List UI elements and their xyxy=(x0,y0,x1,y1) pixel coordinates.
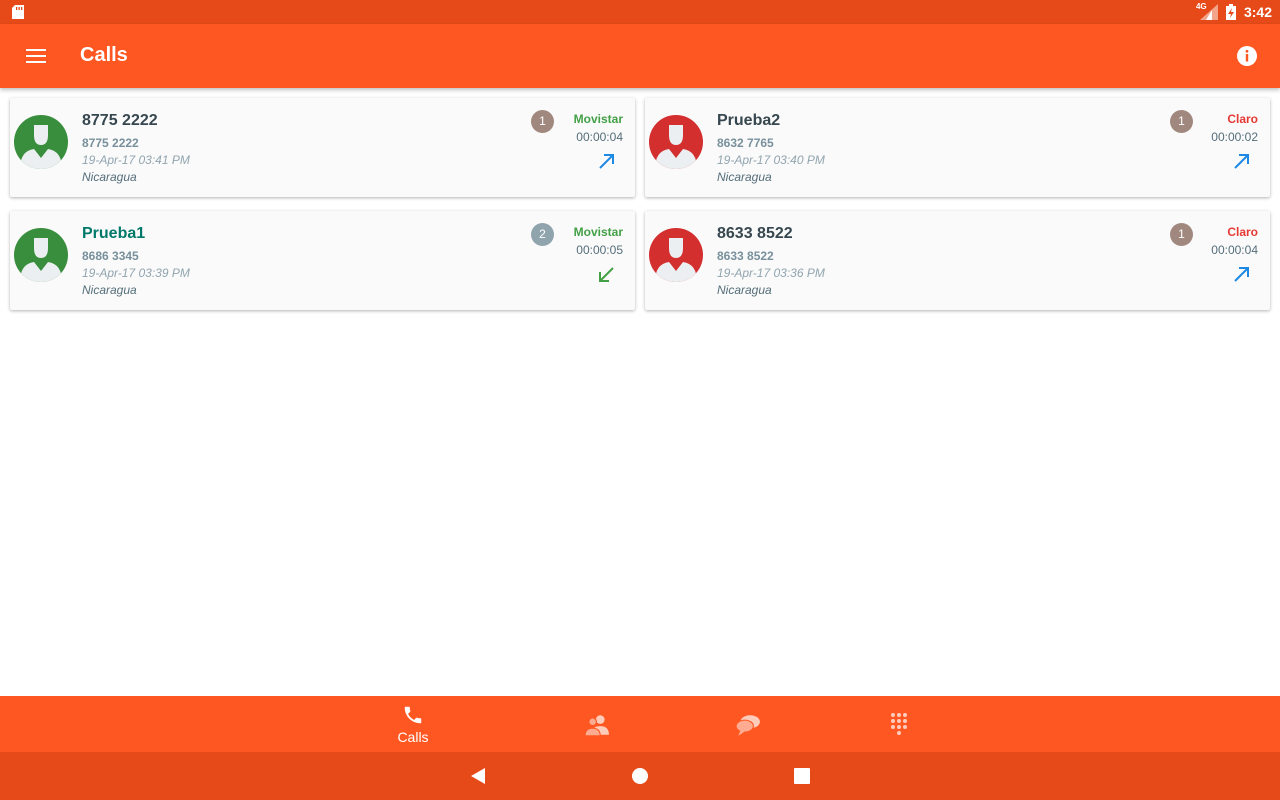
tab-contacts[interactable] xyxy=(552,696,642,752)
contact-name: Prueba1 xyxy=(82,225,146,242)
tab-calls[interactable]: Calls xyxy=(368,696,458,752)
phone-number: 8633 8522 xyxy=(717,249,774,263)
outgoing-call-icon xyxy=(599,154,614,169)
carrier-label: Claro xyxy=(1227,225,1258,239)
call-count-badge: 2 xyxy=(531,223,554,246)
bottom-navigation: Calls xyxy=(0,696,1280,752)
status-bar: 4G 3:42 xyxy=(0,0,1280,24)
info-button[interactable] xyxy=(1236,45,1258,67)
tab-messages[interactable] xyxy=(703,696,793,752)
menu-icon xyxy=(26,49,46,63)
contact-name: 8633 8522 xyxy=(717,225,793,242)
back-icon[interactable] xyxy=(468,766,488,786)
incoming-call-icon xyxy=(599,267,614,282)
call-count-badge: 1 xyxy=(1170,223,1193,246)
dialpad-icon xyxy=(891,713,907,735)
tab-calls-label: Calls xyxy=(397,729,429,745)
recents-icon[interactable] xyxy=(792,766,812,786)
country: Nicaragua xyxy=(82,170,137,184)
contacts-icon xyxy=(584,715,609,737)
phone-number: 8686 3345 xyxy=(82,249,139,263)
avatar xyxy=(649,228,703,282)
person-icon xyxy=(20,238,62,282)
call-duration: 00:00:05 xyxy=(576,243,623,257)
clock: 3:42 xyxy=(1243,4,1272,20)
carrier-label: Movistar xyxy=(573,112,623,126)
carrier-label: Movistar xyxy=(573,225,623,239)
person-icon xyxy=(20,125,62,169)
call-card[interactable]: 8633 8522 8633 8522 19-Apr-17 03:36 PM N… xyxy=(645,211,1270,310)
outgoing-call-icon xyxy=(1234,267,1249,282)
call-date: 19-Apr-17 03:40 PM xyxy=(717,153,825,167)
call-count-badge: 1 xyxy=(1170,110,1193,133)
menu-button[interactable] xyxy=(16,44,56,68)
contact-name: Prueba2 xyxy=(717,112,781,129)
call-card[interactable]: Prueba2 8632 7765 19-Apr-17 03:40 PM Nic… xyxy=(645,98,1270,197)
network-type: 4G xyxy=(1195,2,1207,11)
person-icon xyxy=(655,125,697,169)
avatar xyxy=(649,115,703,169)
app-bar: Calls xyxy=(0,24,1280,88)
call-duration: 00:00:04 xyxy=(1211,243,1258,257)
call-count-badge: 1 xyxy=(531,110,554,133)
phone-number: 8775 2222 xyxy=(82,136,139,150)
call-duration: 00:00:04 xyxy=(576,130,623,144)
home-icon[interactable] xyxy=(630,766,650,786)
sd-card-icon xyxy=(12,5,24,19)
call-duration: 00:00:02 xyxy=(1211,130,1258,144)
page-title: Calls xyxy=(80,44,128,66)
avatar xyxy=(14,115,68,169)
chat-icon xyxy=(735,715,760,736)
call-card[interactable]: Prueba1 8686 3345 19-Apr-17 03:39 PM Nic… xyxy=(10,211,635,310)
call-card[interactable]: 8775 2222 8775 2222 19-Apr-17 03:41 PM N… xyxy=(10,98,635,197)
country: Nicaragua xyxy=(717,283,772,297)
phone-number: 8632 7765 xyxy=(717,136,774,150)
call-date: 19-Apr-17 03:36 PM xyxy=(717,266,825,280)
avatar xyxy=(14,228,68,282)
person-icon xyxy=(655,238,697,282)
phone-icon xyxy=(404,706,422,724)
system-navigation-bar xyxy=(0,752,1280,800)
carrier-label: Claro xyxy=(1227,112,1258,126)
battery-charging-icon xyxy=(1225,4,1236,20)
contact-name: 8775 2222 xyxy=(82,112,158,129)
call-date: 19-Apr-17 03:41 PM xyxy=(82,153,190,167)
info-icon xyxy=(1237,46,1257,66)
signal-icon: 4G xyxy=(1195,2,1218,20)
country: Nicaragua xyxy=(717,170,772,184)
tab-dialpad[interactable] xyxy=(854,696,944,752)
country: Nicaragua xyxy=(82,283,137,297)
call-date: 19-Apr-17 03:39 PM xyxy=(82,266,190,280)
outgoing-call-icon xyxy=(1234,154,1249,169)
